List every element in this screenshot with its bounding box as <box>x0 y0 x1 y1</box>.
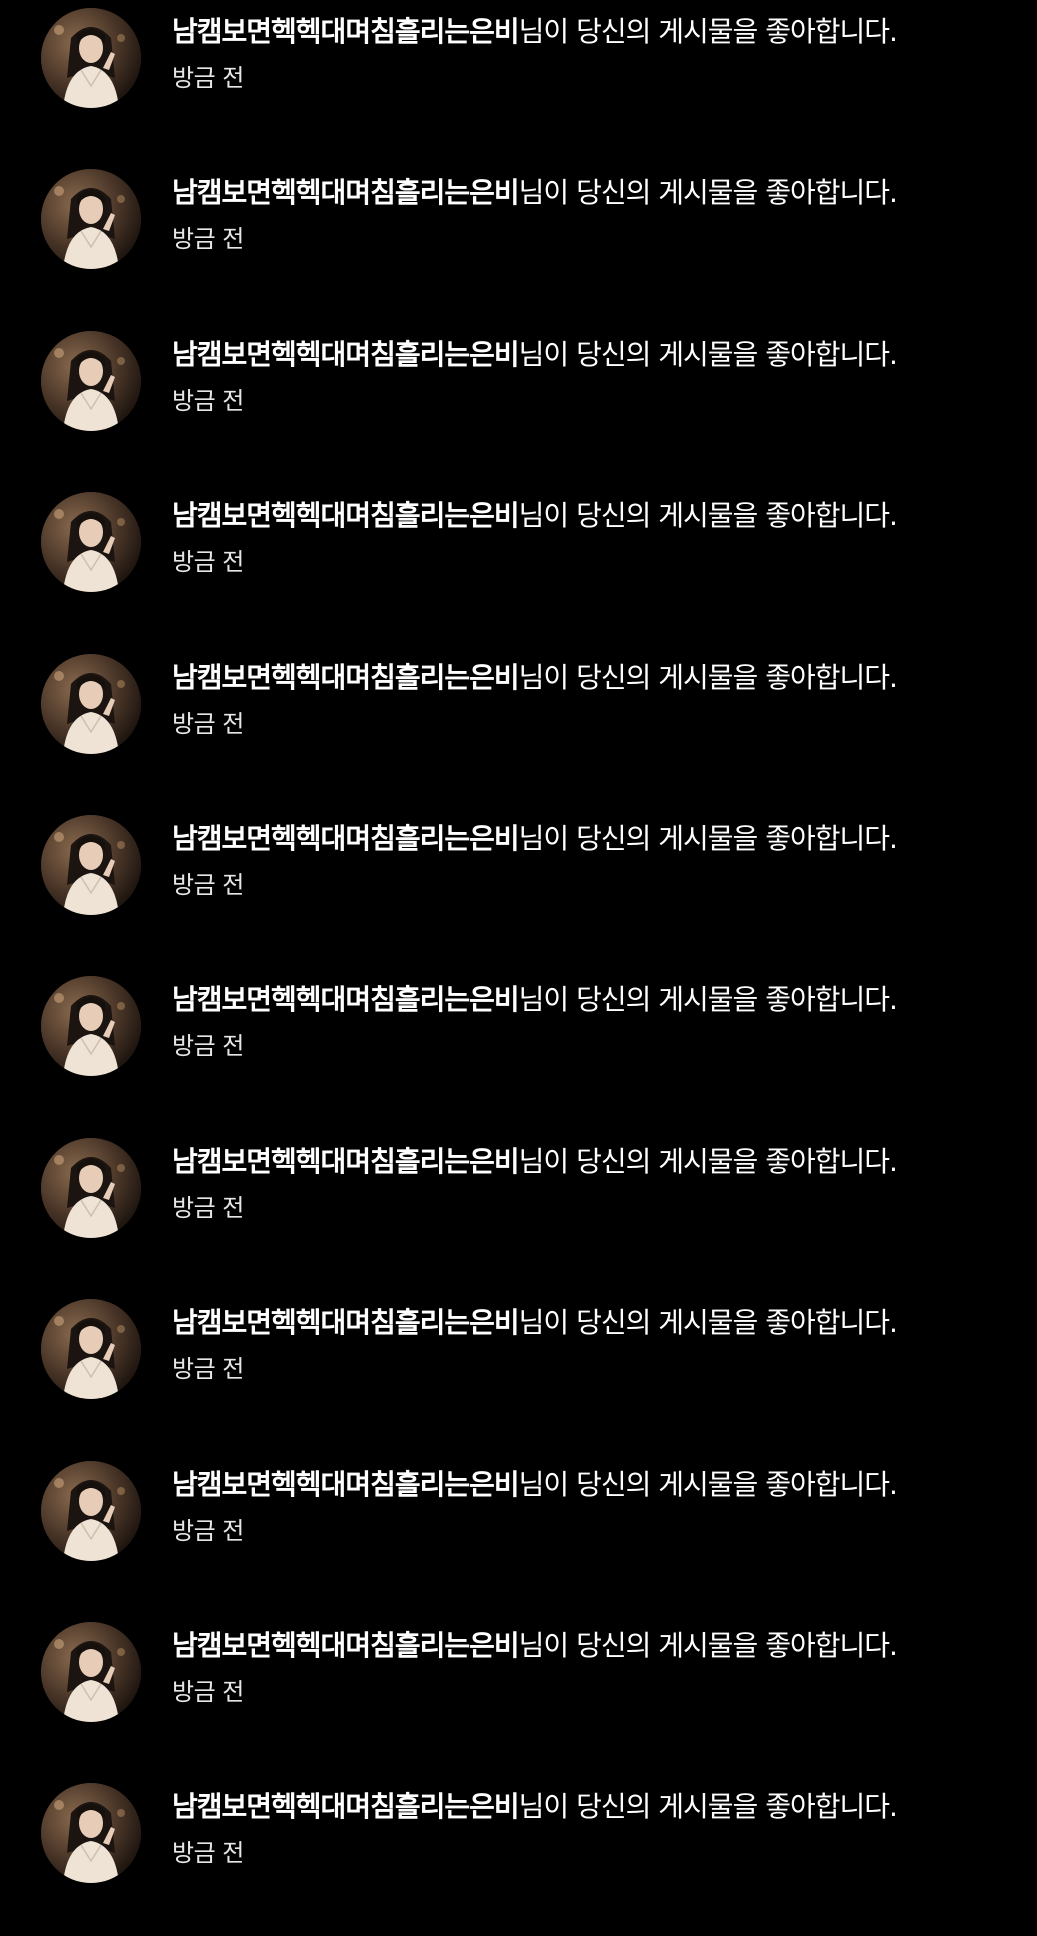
notification-line: 남캠보면헥헥대며침흘리는은비님이 당신의 게시물을 좋아합니다. <box>172 1789 1012 1825</box>
notification-message: 님이 당신의 게시물을 좋아합니다. <box>518 1306 898 1339</box>
notification-message: 님이 당신의 게시물을 좋아합니다. <box>518 822 898 855</box>
profile-photo-icon <box>41 8 141 108</box>
notification-text: 남캠보면헥헥대며침흘리는은비님이 당신의 게시물을 좋아합니다. 방금 전 <box>172 660 1012 738</box>
username[interactable]: 남캠보면헥헥대며침흘리는은비 <box>172 661 520 694</box>
notification-item[interactable]: 남캠보면헥헥대며침흘리는은비님이 당신의 게시물을 좋아합니다. 방금 전 <box>0 484 1037 645</box>
notification-text: 남캠보면헥헥대며침흘리는은비님이 당신의 게시물을 좋아합니다. 방금 전 <box>172 982 1012 1060</box>
notification-message: 님이 당신의 게시물을 좋아합니다. <box>518 338 898 371</box>
avatar[interactable] <box>41 654 141 754</box>
timestamp: 방금 전 <box>172 387 244 415</box>
notification-line: 남캠보면헥헥대며침흘리는은비님이 당신의 게시물을 좋아합니다. <box>172 14 1012 50</box>
timestamp: 방금 전 <box>172 871 244 899</box>
timestamp: 방금 전 <box>172 1194 244 1222</box>
notification-line: 남캠보면헥헥대며침흘리는은비님이 당신의 게시물을 좋아합니다. <box>172 660 1012 696</box>
notification-item[interactable]: 남캠보면헥헥대며침흘리는은비님이 당신의 게시물을 좋아합니다. 방금 전 <box>0 1453 1037 1614</box>
profile-photo-icon <box>41 815 141 915</box>
notification-text: 남캠보면헥헥대며침흘리는은비님이 당신의 게시물을 좋아합니다. 방금 전 <box>172 1628 1012 1706</box>
username[interactable]: 남캠보면헥헥대며침흘리는은비 <box>172 822 520 855</box>
notification-text: 남캠보면헥헥대며침흘리는은비님이 당신의 게시물을 좋아합니다. 방금 전 <box>172 14 1012 92</box>
notification-item[interactable]: 남캠보면헥헥대며침흘리는은비님이 당신의 게시물을 좋아합니다. 방금 전 <box>0 646 1037 807</box>
notification-list: 남캠보면헥헥대며침흘리는은비님이 당신의 게시물을 좋아합니다. 방금 전 남캠… <box>0 0 1037 1920</box>
timestamp: 방금 전 <box>172 548 244 576</box>
notification-text: 남캠보면헥헥대며침흘리는은비님이 당신의 게시물을 좋아합니다. 방금 전 <box>172 337 1012 415</box>
notification-message: 님이 당신의 게시물을 좋아합니다. <box>518 1629 898 1662</box>
timestamp: 방금 전 <box>172 1839 244 1867</box>
profile-photo-icon <box>41 331 141 431</box>
notification-item[interactable]: 남캠보면헥헥대며침흘리는은비님이 당신의 게시물을 좋아합니다. 방금 전 <box>0 323 1037 484</box>
timestamp: 방금 전 <box>172 64 244 92</box>
username[interactable]: 남캠보면헥헥대며침흘리는은비 <box>172 1468 520 1501</box>
notification-text: 남캠보면헥헥대며침흘리는은비님이 당신의 게시물을 좋아합니다. 방금 전 <box>172 1305 1012 1383</box>
notification-message: 님이 당신의 게시물을 좋아합니다. <box>518 1790 898 1823</box>
notification-text: 남캠보면헥헥대며침흘리는은비님이 당신의 게시물을 좋아합니다. 방금 전 <box>172 175 1012 253</box>
username[interactable]: 남캠보면헥헥대며침흘리는은비 <box>172 1629 520 1662</box>
profile-photo-icon <box>41 1783 141 1883</box>
notification-item[interactable]: 남캠보면헥헥대며침흘리는은비님이 당신의 게시물을 좋아합니다. 방금 전 <box>0 1291 1037 1452</box>
notification-item[interactable]: 남캠보면헥헥대며침흘리는은비님이 당신의 게시물을 좋아합니다. 방금 전 <box>0 1130 1037 1291</box>
notification-message: 님이 당신의 게시물을 좋아합니다. <box>518 983 898 1016</box>
notification-message: 님이 당신의 게시물을 좋아합니다. <box>518 176 898 209</box>
username[interactable]: 남캠보면헥헥대며침흘리는은비 <box>172 1145 520 1178</box>
notification-line: 남캠보면헥헥대며침흘리는은비님이 당신의 게시물을 좋아합니다. <box>172 337 1012 373</box>
timestamp: 방금 전 <box>172 1517 244 1545</box>
profile-photo-icon <box>41 654 141 754</box>
notification-message: 님이 당신의 게시물을 좋아합니다. <box>518 1468 898 1501</box>
avatar[interactable] <box>41 331 141 431</box>
notification-line: 남캠보면헥헥대며침흘리는은비님이 당신의 게시물을 좋아합니다. <box>172 1628 1012 1664</box>
profile-photo-icon <box>41 1299 141 1399</box>
notification-item[interactable]: 남캠보면헥헥대며침흘리는은비님이 당신의 게시물을 좋아합니다. 방금 전 <box>0 1614 1037 1775</box>
notification-line: 남캠보면헥헥대며침흘리는은비님이 당신의 게시물을 좋아합니다. <box>172 821 1012 857</box>
notification-line: 남캠보면헥헥대며침흘리는은비님이 당신의 게시물을 좋아합니다. <box>172 1467 1012 1503</box>
profile-photo-icon <box>41 492 141 592</box>
profile-photo-icon <box>41 1461 141 1561</box>
notification-line: 남캠보면헥헥대며침흘리는은비님이 당신의 게시물을 좋아합니다. <box>172 175 1012 211</box>
notification-item[interactable]: 남캠보면헥헥대며침흘리는은비님이 당신의 게시물을 좋아합니다. 방금 전 <box>0 1775 1037 1936</box>
profile-photo-icon <box>41 1622 141 1722</box>
profile-photo-icon <box>41 1138 141 1238</box>
avatar[interactable] <box>41 8 141 108</box>
notification-item[interactable]: 남캠보면헥헥대며침흘리는은비님이 당신의 게시물을 좋아합니다. 방금 전 <box>0 0 1037 161</box>
username[interactable]: 남캠보면헥헥대며침흘리는은비 <box>172 338 520 371</box>
username[interactable]: 남캠보면헥헥대며침흘리는은비 <box>172 499 520 532</box>
username[interactable]: 남캠보면헥헥대며침흘리는은비 <box>172 1306 520 1339</box>
notification-line: 남캠보면헥헥대며침흘리는은비님이 당신의 게시물을 좋아합니다. <box>172 1305 1012 1341</box>
username[interactable]: 남캠보면헥헥대며침흘리는은비 <box>172 176 520 209</box>
notification-text: 남캠보면헥헥대며침흘리는은비님이 당신의 게시물을 좋아합니다. 방금 전 <box>172 498 1012 576</box>
avatar[interactable] <box>41 1461 141 1561</box>
username[interactable]: 남캠보면헥헥대며침흘리는은비 <box>172 1790 520 1823</box>
notification-message: 님이 당신의 게시물을 좋아합니다. <box>518 1145 898 1178</box>
profile-photo-icon <box>41 169 141 269</box>
avatar[interactable] <box>41 1138 141 1238</box>
avatar[interactable] <box>41 1622 141 1722</box>
username[interactable]: 남캠보면헥헥대며침흘리는은비 <box>172 983 520 1016</box>
notification-line: 남캠보면헥헥대며침흘리는은비님이 당신의 게시물을 좋아합니다. <box>172 982 1012 1018</box>
profile-photo-icon <box>41 976 141 1076</box>
notification-item[interactable]: 남캠보면헥헥대며침흘리는은비님이 당신의 게시물을 좋아합니다. 방금 전 <box>0 161 1037 322</box>
avatar[interactable] <box>41 815 141 915</box>
notification-text: 남캠보면헥헥대며침흘리는은비님이 당신의 게시물을 좋아합니다. 방금 전 <box>172 1789 1012 1867</box>
notification-text: 남캠보면헥헥대며침흘리는은비님이 당신의 게시물을 좋아합니다. 방금 전 <box>172 1467 1012 1545</box>
notification-item[interactable]: 남캠보면헥헥대며침흘리는은비님이 당신의 게시물을 좋아합니다. 방금 전 <box>0 807 1037 968</box>
avatar[interactable] <box>41 976 141 1076</box>
avatar[interactable] <box>41 169 141 269</box>
timestamp: 방금 전 <box>172 710 244 738</box>
timestamp: 방금 전 <box>172 1032 244 1060</box>
notification-message: 님이 당신의 게시물을 좋아합니다. <box>518 499 898 532</box>
notification-line: 남캠보면헥헥대며침흘리는은비님이 당신의 게시물을 좋아합니다. <box>172 1144 1012 1180</box>
notification-line: 남캠보면헥헥대며침흘리는은비님이 당신의 게시물을 좋아합니다. <box>172 498 1012 534</box>
avatar[interactable] <box>41 492 141 592</box>
timestamp: 방금 전 <box>172 1355 244 1383</box>
notification-text: 남캠보면헥헥대며침흘리는은비님이 당신의 게시물을 좋아합니다. 방금 전 <box>172 1144 1012 1222</box>
timestamp: 방금 전 <box>172 1678 244 1706</box>
username[interactable]: 남캠보면헥헥대며침흘리는은비 <box>172 15 520 48</box>
avatar[interactable] <box>41 1299 141 1399</box>
timestamp: 방금 전 <box>172 225 244 253</box>
notification-message: 님이 당신의 게시물을 좋아합니다. <box>518 661 898 694</box>
avatar[interactable] <box>41 1783 141 1883</box>
notification-text: 남캠보면헥헥대며침흘리는은비님이 당신의 게시물을 좋아합니다. 방금 전 <box>172 821 1012 899</box>
notification-message: 님이 당신의 게시물을 좋아합니다. <box>518 15 898 48</box>
notification-item[interactable]: 남캠보면헥헥대며침흘리는은비님이 당신의 게시물을 좋아합니다. 방금 전 <box>0 968 1037 1129</box>
